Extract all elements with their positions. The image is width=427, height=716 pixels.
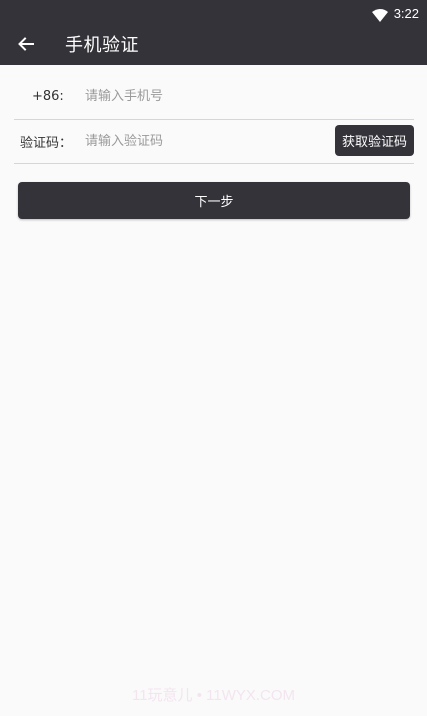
verification-code-label: 验证码： [20, 136, 73, 151]
status-right: 3:22 [371, 0, 419, 26]
arrow-back-icon [17, 35, 35, 57]
app-bar: 手机验证 [0, 26, 427, 65]
country-code-label: +86: [32, 89, 64, 104]
phone-row: +86: [14, 74, 414, 120]
status-bar: 3:22 [0, 0, 427, 26]
watermark: 11玩意儿 • 11WYX.COM [131, 687, 296, 704]
verification-code-input[interactable] [85, 120, 325, 163]
page-title: 手机验证 [65, 35, 139, 56]
get-code-button[interactable]: 获取验证码 [335, 125, 414, 156]
status-clock: 3:22 [393, 5, 419, 21]
wifi-icon [371, 7, 388, 22]
code-row: 验证码： 获取验证码 [14, 120, 414, 164]
next-step-button[interactable]: 下一步 [18, 182, 410, 219]
back-button[interactable] [10, 26, 42, 65]
phone-input[interactable] [85, 74, 325, 119]
